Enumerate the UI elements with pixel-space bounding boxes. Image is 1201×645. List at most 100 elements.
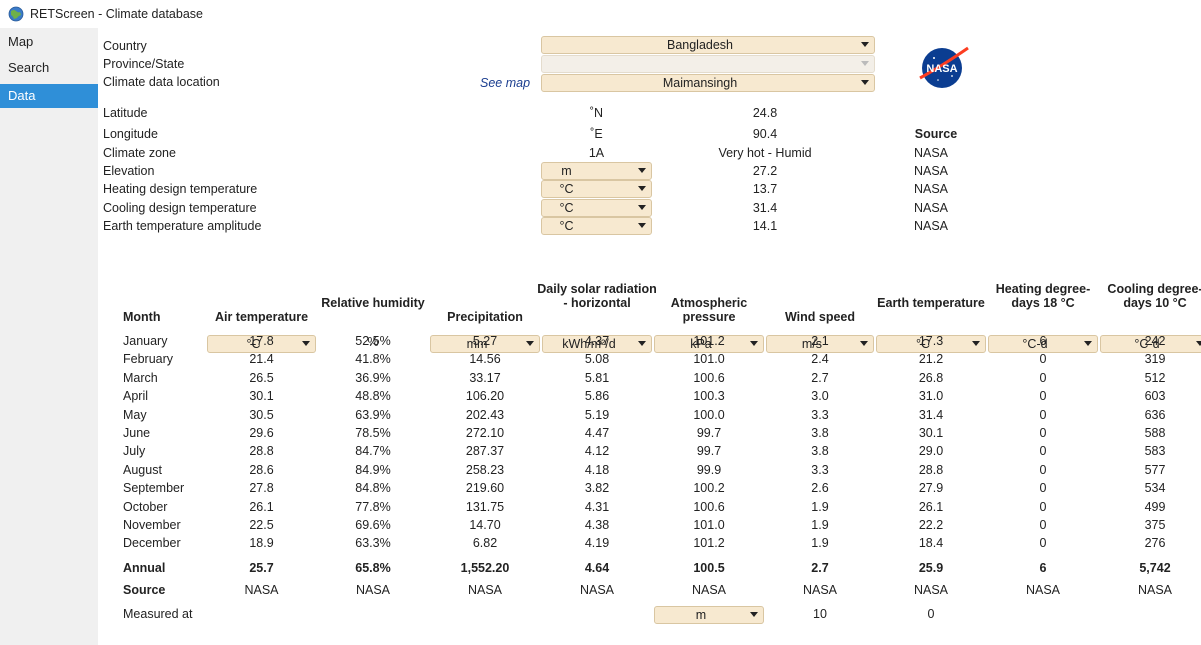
window-title: RETScreen - Climate database bbox=[30, 7, 203, 21]
table-cell: 100.0 bbox=[693, 408, 725, 422]
table-cell: 101.2 bbox=[693, 334, 725, 348]
table-cell: 29.6 bbox=[249, 426, 274, 440]
info-unit: ˚E bbox=[590, 127, 603, 141]
annual-cell: 25.7 bbox=[249, 561, 274, 575]
table-cell: 101.0 bbox=[693, 518, 725, 532]
info-unit-select[interactable]: °C bbox=[541, 199, 652, 217]
info-unit-value: m bbox=[561, 164, 572, 178]
table-cell: 4.37 bbox=[584, 334, 610, 348]
table-cell: 3.3 bbox=[811, 408, 829, 422]
measured-unit-select[interactable]: m bbox=[654, 606, 764, 624]
table-cell: 26.5 bbox=[249, 371, 274, 385]
table-cell: 29.0 bbox=[918, 444, 944, 458]
source-cell: NASA bbox=[355, 583, 391, 597]
info-source: NASA bbox=[913, 182, 949, 196]
location-select[interactable]: Maimansingh bbox=[541, 74, 875, 92]
table-cell: 100.2 bbox=[693, 481, 725, 495]
table-cell: 258.23 bbox=[465, 463, 505, 477]
month-cell: January bbox=[123, 334, 168, 348]
month-cell: August bbox=[123, 463, 162, 477]
table-cell: 1.9 bbox=[811, 536, 829, 550]
source-cell: NASA bbox=[913, 583, 949, 597]
table-cell: 63.9% bbox=[355, 408, 391, 422]
table-cell: 100.6 bbox=[693, 371, 725, 385]
table-cell: 512 bbox=[1144, 371, 1166, 385]
table-cell: 28.6 bbox=[249, 463, 274, 477]
table-cell: 99.7 bbox=[696, 426, 722, 440]
table-cell: 636 bbox=[1144, 408, 1166, 422]
table-cell: 21.4 bbox=[249, 352, 274, 366]
table-cell: 27.9 bbox=[918, 481, 944, 495]
annual-cell: 4.64 bbox=[584, 561, 610, 575]
month-cell: May bbox=[123, 408, 147, 422]
info-value: Very hot - Humid bbox=[718, 146, 812, 160]
source-label: Source bbox=[123, 583, 166, 597]
table-cell: 84.8% bbox=[355, 481, 391, 495]
see-map-link[interactable]: See map bbox=[480, 76, 530, 90]
table-cell: 202.43 bbox=[465, 408, 505, 422]
table-cell: 26.8 bbox=[918, 371, 944, 385]
table-cell: 5.27 bbox=[472, 334, 498, 348]
table-cell: 5.19 bbox=[584, 408, 610, 422]
month-cell: February bbox=[123, 352, 174, 366]
table-cell: 17.8 bbox=[249, 334, 274, 348]
table-cell: 0 bbox=[1039, 481, 1047, 495]
info-value: 90.4 bbox=[752, 127, 778, 141]
province-select[interactable] bbox=[541, 55, 875, 73]
table-cell: 4.18 bbox=[584, 463, 610, 477]
annual-cell: 25.9 bbox=[918, 561, 944, 575]
month-header: Month bbox=[123, 310, 161, 324]
country-value: Bangladesh bbox=[666, 38, 734, 52]
table-cell: 272.10 bbox=[465, 426, 505, 440]
sidebar-item-map[interactable]: Map bbox=[0, 30, 98, 54]
table-cell: 33.17 bbox=[469, 371, 501, 385]
country-select[interactable]: Bangladesh bbox=[541, 36, 875, 54]
column-header: Daily solar radiation - horizontal bbox=[537, 282, 657, 310]
chevron-down-icon bbox=[861, 80, 869, 85]
table-cell: 499 bbox=[1144, 500, 1166, 514]
table-cell: 69.6% bbox=[355, 518, 391, 532]
table-cell: 577 bbox=[1144, 463, 1166, 477]
sidebar-item-data[interactable]: Data bbox=[0, 84, 98, 108]
table-cell: 603 bbox=[1144, 389, 1166, 403]
sidebar: Map Search Data bbox=[0, 28, 98, 645]
annual-cell: 65.8% bbox=[355, 561, 391, 575]
chevron-down-icon bbox=[638, 205, 646, 210]
table-cell: 3.0 bbox=[811, 389, 829, 403]
table-cell: 77.8% bbox=[355, 500, 391, 514]
table-cell: 4.47 bbox=[584, 426, 610, 440]
annual-cell: 6 bbox=[1039, 561, 1047, 575]
info-row-label: Climate zone bbox=[103, 146, 176, 160]
source-header: Source bbox=[914, 127, 958, 141]
table-cell: 6 bbox=[1039, 334, 1047, 348]
month-cell: June bbox=[123, 426, 151, 440]
month-cell: March bbox=[123, 371, 158, 385]
table-cell: 28.8 bbox=[918, 463, 944, 477]
sidebar-item-search[interactable]: Search bbox=[0, 56, 98, 80]
column-header: Air temperature bbox=[214, 310, 309, 324]
month-cell: December bbox=[123, 536, 181, 550]
table-cell: 0 bbox=[1039, 352, 1047, 366]
info-unit-select[interactable]: °C bbox=[541, 217, 652, 235]
month-cell: October bbox=[123, 500, 168, 514]
annual-cell: 2.7 bbox=[811, 561, 829, 575]
month-cell: September bbox=[123, 481, 185, 495]
chevron-down-icon bbox=[861, 42, 869, 47]
table-cell: 4.31 bbox=[584, 500, 610, 514]
table-cell: 30.1 bbox=[918, 426, 944, 440]
table-cell: 99.7 bbox=[696, 444, 722, 458]
table-cell: 14.70 bbox=[469, 518, 501, 532]
info-unit-select[interactable]: m bbox=[541, 162, 652, 180]
annual-cell: 100.5 bbox=[693, 561, 725, 575]
table-cell: 1.9 bbox=[811, 518, 829, 532]
table-cell: 583 bbox=[1144, 444, 1166, 458]
table-cell: 375 bbox=[1144, 518, 1166, 532]
source-cell: NASA bbox=[691, 583, 727, 597]
info-unit-select[interactable]: °C bbox=[541, 180, 652, 198]
title-bar: RETScreen - Climate database bbox=[0, 0, 1201, 28]
table-cell: 21.2 bbox=[918, 352, 944, 366]
source-cell: NASA bbox=[1137, 583, 1173, 597]
table-cell: 28.8 bbox=[249, 444, 274, 458]
location-value: Maimansingh bbox=[662, 76, 738, 90]
chevron-down-icon bbox=[638, 186, 646, 191]
